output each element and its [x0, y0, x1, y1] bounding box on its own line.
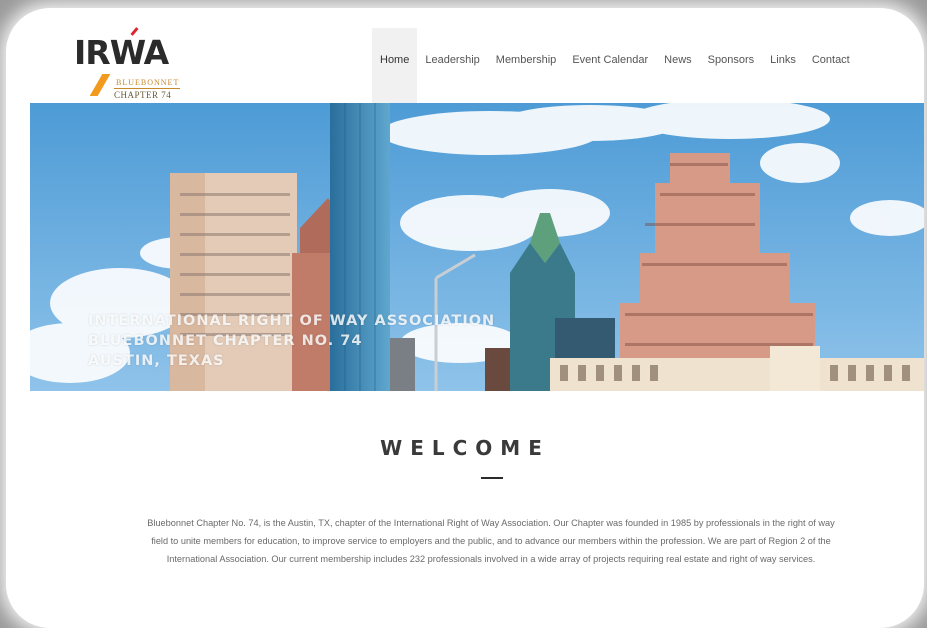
page-frame: IRWA BLUEBONNET CHAPTER 74 Home Leadersh…	[6, 8, 924, 628]
logo-subtitle: BLUEBONNET	[116, 78, 180, 87]
logo-wordmark: IRWA	[74, 33, 169, 72]
logo-slash-mark	[89, 74, 111, 96]
nav-links[interactable]: Links	[762, 28, 804, 104]
nav-event-calendar[interactable]: Event Calendar	[564, 28, 656, 104]
main-nav: Home Leadership Membership Event Calenda…	[372, 28, 858, 104]
nav-sponsors[interactable]: Sponsors	[700, 28, 762, 104]
hero-banner: INTERNATIONAL RIGHT OF WAY ASSOCIATION B…	[30, 103, 924, 391]
nav-news[interactable]: News	[656, 28, 700, 104]
hero-line-location: AUSTIN, TEXAS	[88, 353, 225, 369]
heading-divider	[481, 477, 503, 479]
hero-caption: INTERNATIONAL RIGHT OF WAY ASSOCIATION B…	[88, 311, 495, 371]
nav-membership[interactable]: Membership	[488, 28, 565, 104]
irwa-logo[interactable]: IRWA BLUEBONNET CHAPTER 74	[74, 27, 194, 104]
logo-chapter: CHAPTER 74	[114, 88, 181, 100]
welcome-heading: WELCOME	[380, 436, 550, 460]
nav-contact[interactable]: Contact	[804, 28, 858, 104]
hero-line-chapter: BLUEBONNET CHAPTER NO. 74	[88, 333, 363, 349]
nav-home[interactable]: Home	[372, 28, 418, 104]
welcome-paragraph: Bluebonnet Chapter No. 74, is the Austin…	[147, 518, 835, 564]
nav-leadership[interactable]: Leadership	[417, 28, 487, 104]
hero-line-association: INTERNATIONAL RIGHT OF WAY ASSOCIATION	[88, 313, 496, 329]
